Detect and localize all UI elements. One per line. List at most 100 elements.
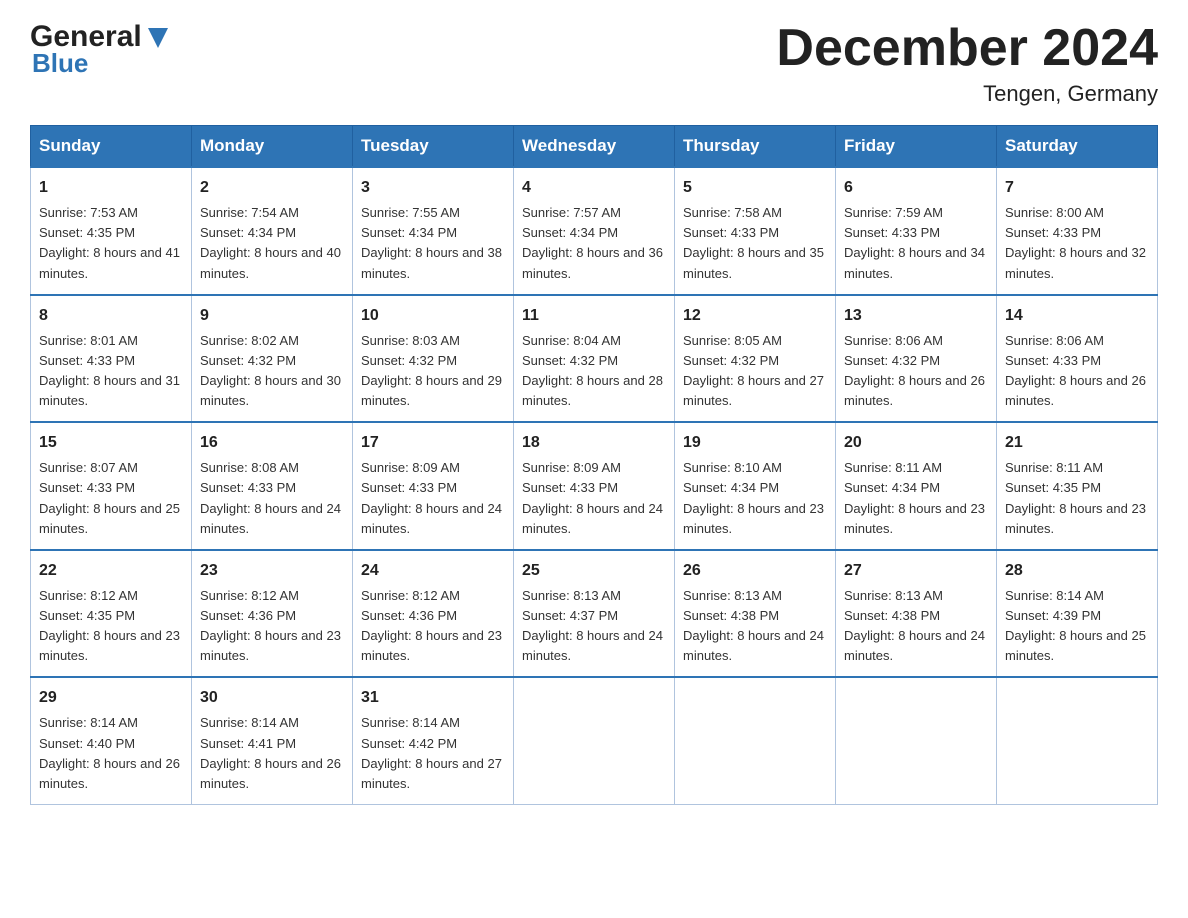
day-info: Sunrise: 8:06 AMSunset: 4:32 PMDaylight:… (844, 331, 988, 412)
day-number: 7 (1005, 176, 1149, 200)
day-number: 23 (200, 559, 344, 583)
day-number: 17 (361, 431, 505, 455)
day-info: Sunrise: 7:54 AMSunset: 4:34 PMDaylight:… (200, 203, 344, 284)
day-info: Sunrise: 7:53 AMSunset: 4:35 PMDaylight:… (39, 203, 183, 284)
calendar-cell: 29 Sunrise: 8:14 AMSunset: 4:40 PMDayligh… (31, 677, 192, 804)
day-info: Sunrise: 8:06 AMSunset: 4:33 PMDaylight:… (1005, 331, 1149, 412)
page-location: Tengen, Germany (776, 81, 1158, 107)
day-number: 26 (683, 559, 827, 583)
calendar-cell: 4 Sunrise: 7:57 AMSunset: 4:34 PMDaylight… (514, 167, 675, 295)
col-saturday: Saturday (997, 126, 1158, 168)
day-number: 11 (522, 304, 666, 328)
day-info: Sunrise: 8:13 AMSunset: 4:37 PMDaylight:… (522, 586, 666, 667)
title-block: December 2024 Tengen, Germany (776, 20, 1158, 107)
calendar-cell: 28Sunrise: 8:14 AMSunset: 4:39 PMDayligh… (997, 550, 1158, 678)
day-number: 22 (39, 559, 183, 583)
col-thursday: Thursday (675, 126, 836, 168)
calendar-cell: 17 Sunrise: 8:09 AMSunset: 4:33 PMDayligh… (353, 422, 514, 550)
day-info: Sunrise: 8:05 AMSunset: 4:32 PMDaylight:… (683, 331, 827, 412)
day-info: Sunrise: 8:13 AMSunset: 4:38 PMDaylight:… (844, 586, 988, 667)
day-info: Sunrise: 7:57 AMSunset: 4:34 PMDaylight:… (522, 203, 666, 284)
calendar-table: Sunday Monday Tuesday Wednesday Thursday… (30, 125, 1158, 805)
day-info: Sunrise: 8:12 AMSunset: 4:36 PMDaylight:… (200, 586, 344, 667)
day-number: 6 (844, 176, 988, 200)
calendar-week-row-3: 15 Sunrise: 8:07 AMSunset: 4:33 PMDayligh… (31, 422, 1158, 550)
day-number: 3 (361, 176, 505, 200)
day-number: 1 (39, 176, 183, 200)
day-number: 20 (844, 431, 988, 455)
day-number: 2 (200, 176, 344, 200)
calendar-cell: 18Sunrise: 8:09 AMSunset: 4:33 PMDayligh… (514, 422, 675, 550)
day-number: 15 (39, 431, 183, 455)
day-info: Sunrise: 8:01 AMSunset: 4:33 PMDaylight:… (39, 331, 183, 412)
day-number: 18 (522, 431, 666, 455)
calendar-week-row-4: 22 Sunrise: 8:12 AMSunset: 4:35 PMDayligh… (31, 550, 1158, 678)
calendar-cell: 24Sunrise: 8:12 AMSunset: 4:36 PMDayligh… (353, 550, 514, 678)
col-monday: Monday (192, 126, 353, 168)
calendar-cell (675, 677, 836, 804)
day-number: 12 (683, 304, 827, 328)
day-info: Sunrise: 8:00 AMSunset: 4:33 PMDaylight:… (1005, 203, 1149, 284)
col-sunday: Sunday (31, 126, 192, 168)
day-number: 8 (39, 304, 183, 328)
day-number: 4 (522, 176, 666, 200)
day-number: 24 (361, 559, 505, 583)
calendar-cell: 26Sunrise: 8:13 AMSunset: 4:38 PMDayligh… (675, 550, 836, 678)
logo: General Blue (30, 20, 172, 79)
col-tuesday: Tuesday (353, 126, 514, 168)
calendar-cell (836, 677, 997, 804)
day-number: 27 (844, 559, 988, 583)
day-info: Sunrise: 8:12 AMSunset: 4:35 PMDaylight:… (39, 586, 183, 667)
calendar-cell: 16Sunrise: 8:08 AMSunset: 4:33 PMDayligh… (192, 422, 353, 550)
day-number: 29 (39, 686, 183, 710)
calendar-week-row-2: 8 Sunrise: 8:01 AMSunset: 4:33 PMDaylight… (31, 295, 1158, 423)
logo-blue-text: Blue (32, 48, 88, 78)
calendar-cell: 3Sunrise: 7:55 AMSunset: 4:34 PMDaylight… (353, 167, 514, 295)
calendar-cell: 12 Sunrise: 8:05 AMSunset: 4:32 PMDayligh… (675, 295, 836, 423)
calendar-cell: 30Sunrise: 8:14 AMSunset: 4:41 PMDayligh… (192, 677, 353, 804)
calendar-cell: 25Sunrise: 8:13 AMSunset: 4:37 PMDayligh… (514, 550, 675, 678)
day-number: 5 (683, 176, 827, 200)
logo-triangle-icon (144, 24, 172, 52)
calendar-cell: 5 Sunrise: 7:58 AMSunset: 4:33 PMDaylight… (675, 167, 836, 295)
day-info: Sunrise: 8:02 AMSunset: 4:32 PMDaylight:… (200, 331, 344, 412)
day-info: Sunrise: 8:04 AMSunset: 4:32 PMDaylight:… (522, 331, 666, 412)
calendar-cell: 15 Sunrise: 8:07 AMSunset: 4:33 PMDayligh… (31, 422, 192, 550)
day-number: 10 (361, 304, 505, 328)
calendar-week-row-5: 29 Sunrise: 8:14 AMSunset: 4:40 PMDayligh… (31, 677, 1158, 804)
day-number: 16 (200, 431, 344, 455)
day-number: 21 (1005, 431, 1149, 455)
calendar-cell: 9 Sunrise: 8:02 AMSunset: 4:32 PMDaylight… (192, 295, 353, 423)
calendar-cell: 11 Sunrise: 8:04 AMSunset: 4:32 PMDayligh… (514, 295, 675, 423)
day-info: Sunrise: 7:59 AMSunset: 4:33 PMDaylight:… (844, 203, 988, 284)
calendar-cell: 8 Sunrise: 8:01 AMSunset: 4:33 PMDaylight… (31, 295, 192, 423)
day-info: Sunrise: 8:07 AMSunset: 4:33 PMDaylight:… (39, 458, 183, 539)
calendar-week-row-1: 1 Sunrise: 7:53 AMSunset: 4:35 PMDaylight… (31, 167, 1158, 295)
day-info: Sunrise: 8:11 AMSunset: 4:34 PMDaylight:… (844, 458, 988, 539)
calendar-cell: 20 Sunrise: 8:11 AMSunset: 4:34 PMDayligh… (836, 422, 997, 550)
calendar-cell: 2 Sunrise: 7:54 AMSunset: 4:34 PMDaylight… (192, 167, 353, 295)
calendar-cell: 31Sunrise: 8:14 AMSunset: 4:42 PMDayligh… (353, 677, 514, 804)
page-title: December 2024 (776, 20, 1158, 77)
calendar-cell: 14Sunrise: 8:06 AMSunset: 4:33 PMDayligh… (997, 295, 1158, 423)
day-info: Sunrise: 8:11 AMSunset: 4:35 PMDaylight:… (1005, 458, 1149, 539)
day-number: 9 (200, 304, 344, 328)
day-number: 19 (683, 431, 827, 455)
calendar-cell: 13 Sunrise: 8:06 AMSunset: 4:32 PMDayligh… (836, 295, 997, 423)
day-info: Sunrise: 8:14 AMSunset: 4:40 PMDaylight:… (39, 713, 183, 794)
page: General Blue December 2024 Tengen, Germa… (0, 0, 1188, 835)
day-number: 28 (1005, 559, 1149, 583)
col-wednesday: Wednesday (514, 126, 675, 168)
calendar-cell: 22 Sunrise: 8:12 AMSunset: 4:35 PMDayligh… (31, 550, 192, 678)
calendar-cell (997, 677, 1158, 804)
calendar-cell: 23 Sunrise: 8:12 AMSunset: 4:36 PMDayligh… (192, 550, 353, 678)
calendar-cell: 1 Sunrise: 7:53 AMSunset: 4:35 PMDaylight… (31, 167, 192, 295)
day-number: 30 (200, 686, 344, 710)
day-info: Sunrise: 8:03 AMSunset: 4:32 PMDaylight:… (361, 331, 505, 412)
day-info: Sunrise: 7:58 AMSunset: 4:33 PMDaylight:… (683, 203, 827, 284)
day-number: 13 (844, 304, 988, 328)
calendar-cell: 27 Sunrise: 8:13 AMSunset: 4:38 PMDayligh… (836, 550, 997, 678)
calendar-cell (514, 677, 675, 804)
day-info: Sunrise: 8:09 AMSunset: 4:33 PMDaylight:… (361, 458, 505, 539)
calendar-cell: 21 Sunrise: 8:11 AMSunset: 4:35 PMDayligh… (997, 422, 1158, 550)
